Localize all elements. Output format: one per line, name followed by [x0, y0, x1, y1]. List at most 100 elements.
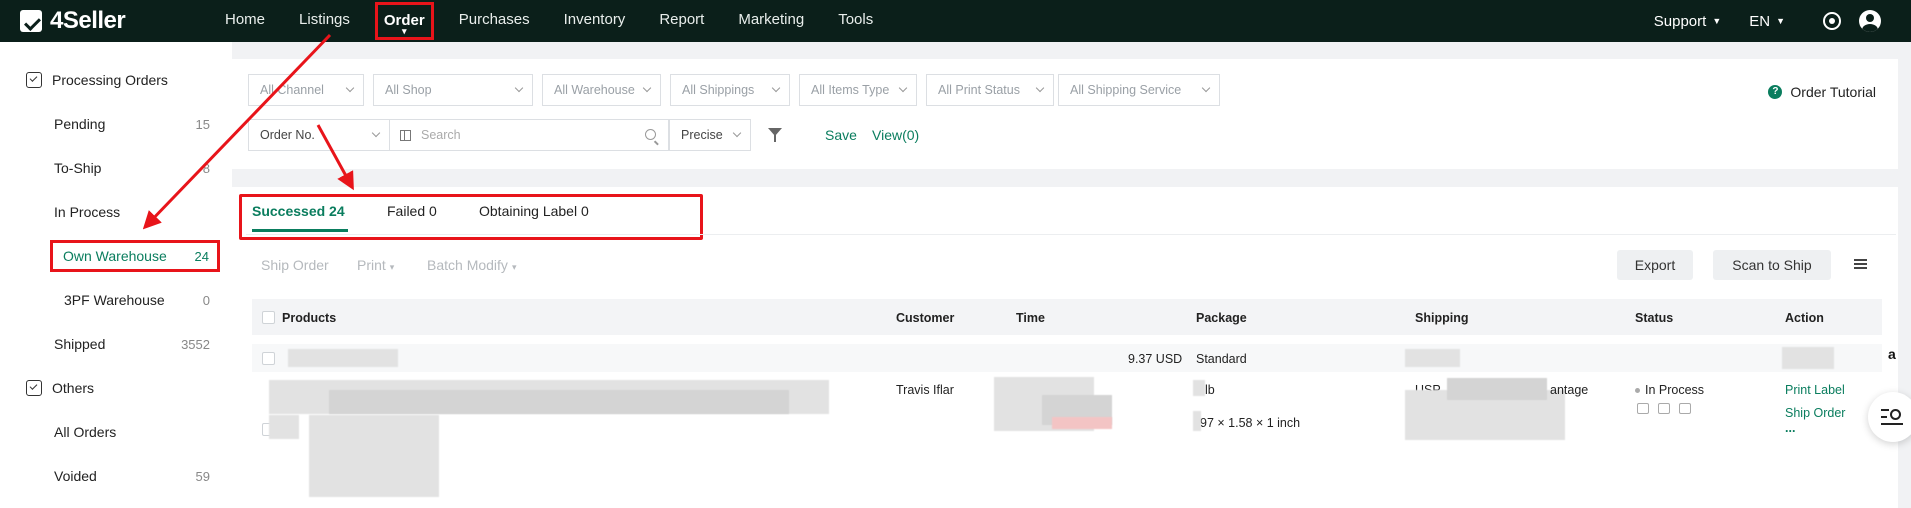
- chevron-down-icon: ▾: [511, 262, 517, 272]
- tab-failed[interactable]: Failed 0: [387, 203, 437, 219]
- export-button[interactable]: Export: [1617, 250, 1693, 280]
- sidebar-group-others[interactable]: Others: [0, 366, 232, 410]
- sidebar-item-count: 15: [195, 116, 210, 132]
- sidebar-item-shipped[interactable]: Shipped 3552: [0, 322, 232, 366]
- tab-divider: [246, 234, 1896, 235]
- support-label: Support: [1653, 12, 1707, 30]
- nav-listings[interactable]: Listings: [299, 0, 350, 42]
- redacted-block: [329, 390, 789, 414]
- sidebar-item-3pf-warehouse[interactable]: 3PF Warehouse 0: [0, 278, 232, 322]
- printer-icon[interactable]: [1637, 403, 1649, 414]
- sidebar-item-to-ship[interactable]: To-Ship 8: [0, 146, 232, 190]
- shipping-service-select[interactable]: All Shipping Service: [1058, 74, 1220, 106]
- sidebar-item-voided[interactable]: Voided 59: [0, 454, 232, 498]
- shippings-select[interactable]: All Shippings: [670, 74, 790, 106]
- batch-modify-label: Batch Modify: [427, 257, 508, 273]
- save-button[interactable]: Save: [825, 127, 857, 143]
- status-dot: [1635, 387, 1640, 393]
- customer-name: Travis Iflar: [896, 383, 954, 397]
- clipboard-check-icon: [26, 380, 42, 396]
- redacted-block: [269, 415, 299, 439]
- shop-select[interactable]: All Shop: [373, 74, 533, 106]
- scan-to-ship-button[interactable]: Scan to Ship: [1713, 250, 1831, 280]
- gear-icon[interactable]: [1823, 12, 1841, 30]
- nav-purchases[interactable]: Purchases: [459, 0, 530, 42]
- precise-select[interactable]: Precise: [669, 119, 751, 151]
- select-all-checkbox[interactable]: [262, 311, 275, 324]
- sidebar-group-processing-orders[interactable]: Processing Orders: [0, 58, 232, 102]
- select-value: All Items Type: [811, 83, 890, 97]
- order-no-select[interactable]: Order No.: [248, 119, 390, 151]
- redacted-block: [1193, 380, 1205, 396]
- ship-order-button[interactable]: Ship Order: [261, 257, 329, 273]
- select-value: Order No.: [260, 128, 315, 142]
- warehouse-select[interactable]: All Warehouse: [542, 74, 661, 106]
- top-nav: 4Seller Home Listings Order ▾ Purchases I…: [0, 0, 1911, 42]
- language-menu[interactable]: EN ▼: [1749, 13, 1785, 30]
- view-button[interactable]: View(0): [872, 127, 919, 143]
- items-type-select[interactable]: All Items Type: [799, 74, 917, 106]
- chevron-down-icon: [345, 83, 355, 93]
- chevron-down-icon: ▼: [1712, 16, 1722, 26]
- chevron-down-icon: [1201, 83, 1211, 93]
- search-icon[interactable]: [645, 129, 656, 140]
- filter-panel: All Channel All Shop All Warehouse All S…: [232, 59, 1898, 169]
- select-value: All Channel: [260, 83, 324, 97]
- sidebar: Processing Orders Pending 15 To-Ship 8 I…: [0, 42, 232, 508]
- redacted-block: [309, 415, 439, 497]
- support-menu[interactable]: Support ▼: [1654, 13, 1721, 30]
- col-status: Status: [1635, 311, 1674, 325]
- chevron-down-icon: ▾: [389, 262, 395, 272]
- select-value: All Shop: [385, 83, 432, 97]
- nav-marketing[interactable]: Marketing: [738, 0, 804, 42]
- tab-obtaining-label[interactable]: Obtaining Label 0: [479, 203, 589, 219]
- chevron-down-icon: [771, 83, 781, 93]
- sidebar-item-in-process[interactable]: In Process: [0, 190, 232, 234]
- column-settings-icon[interactable]: [1854, 259, 1867, 269]
- batch-modify-menu[interactable]: Batch Modify ▾: [427, 257, 516, 273]
- printer-icon[interactable]: [1658, 403, 1670, 414]
- nav-report[interactable]: Report: [659, 0, 704, 42]
- select-value: All Warehouse: [554, 83, 635, 97]
- shipping-service: antage: [1550, 383, 1589, 397]
- main-nav: Home Listings Order ▾ Purchases Inventory…: [225, 0, 907, 42]
- channel-select[interactable]: All Channel: [248, 74, 364, 106]
- print-status-select[interactable]: All Print Status: [926, 74, 1054, 106]
- col-action: Action: [1785, 311, 1824, 325]
- sidebar-item-label: Own Warehouse: [63, 248, 167, 264]
- nav-home[interactable]: Home: [225, 0, 265, 42]
- redacted-block: [1193, 411, 1201, 431]
- printer-icon[interactable]: [1679, 403, 1691, 414]
- redacted-block: [1405, 349, 1460, 367]
- nav-order[interactable]: Order ▾: [374, 2, 434, 40]
- chevron-down-icon: [642, 83, 652, 93]
- floating-search-button[interactable]: [1868, 392, 1911, 442]
- col-time: Time: [1016, 311, 1045, 325]
- sidebar-group-label: Others: [52, 380, 95, 396]
- sidebar-item-pending[interactable]: Pending 15: [0, 102, 232, 146]
- chevron-down-icon: [514, 83, 524, 93]
- more-actions-link[interactable]: ...: [1785, 421, 1795, 435]
- row-checkbox[interactable]: [262, 352, 275, 365]
- chevron-down-icon: [732, 128, 742, 138]
- nav-tools[interactable]: Tools: [838, 0, 873, 42]
- sidebar-item-count: 24: [194, 248, 209, 264]
- tab-successed[interactable]: Successed 24: [252, 203, 345, 219]
- scan-grid-icon: [400, 130, 411, 141]
- chevron-down-icon: [898, 83, 908, 93]
- chevron-down-icon: [1035, 83, 1045, 93]
- avatar[interactable]: [1859, 10, 1881, 32]
- search-input[interactable]: Search: [389, 119, 669, 151]
- print-menu[interactable]: Print ▾: [357, 257, 394, 273]
- order-tutorial-link[interactable]: ? Order Tutorial: [1768, 84, 1876, 100]
- sidebar-item-all-orders[interactable]: All Orders: [0, 410, 232, 454]
- nav-inventory[interactable]: Inventory: [564, 0, 626, 42]
- ship-order-link[interactable]: Ship Order: [1785, 406, 1845, 420]
- sidebar-item-label: In Process: [54, 204, 121, 220]
- print-label-link[interactable]: Print Label: [1785, 383, 1845, 397]
- sidebar-group-label: Processing Orders: [52, 72, 168, 88]
- sidebar-item-own-warehouse[interactable]: Own Warehouse 24: [50, 240, 220, 272]
- col-products: Products: [282, 311, 337, 325]
- filter-funnel-icon[interactable]: [768, 128, 782, 142]
- logo[interactable]: 4Seller: [20, 7, 190, 35]
